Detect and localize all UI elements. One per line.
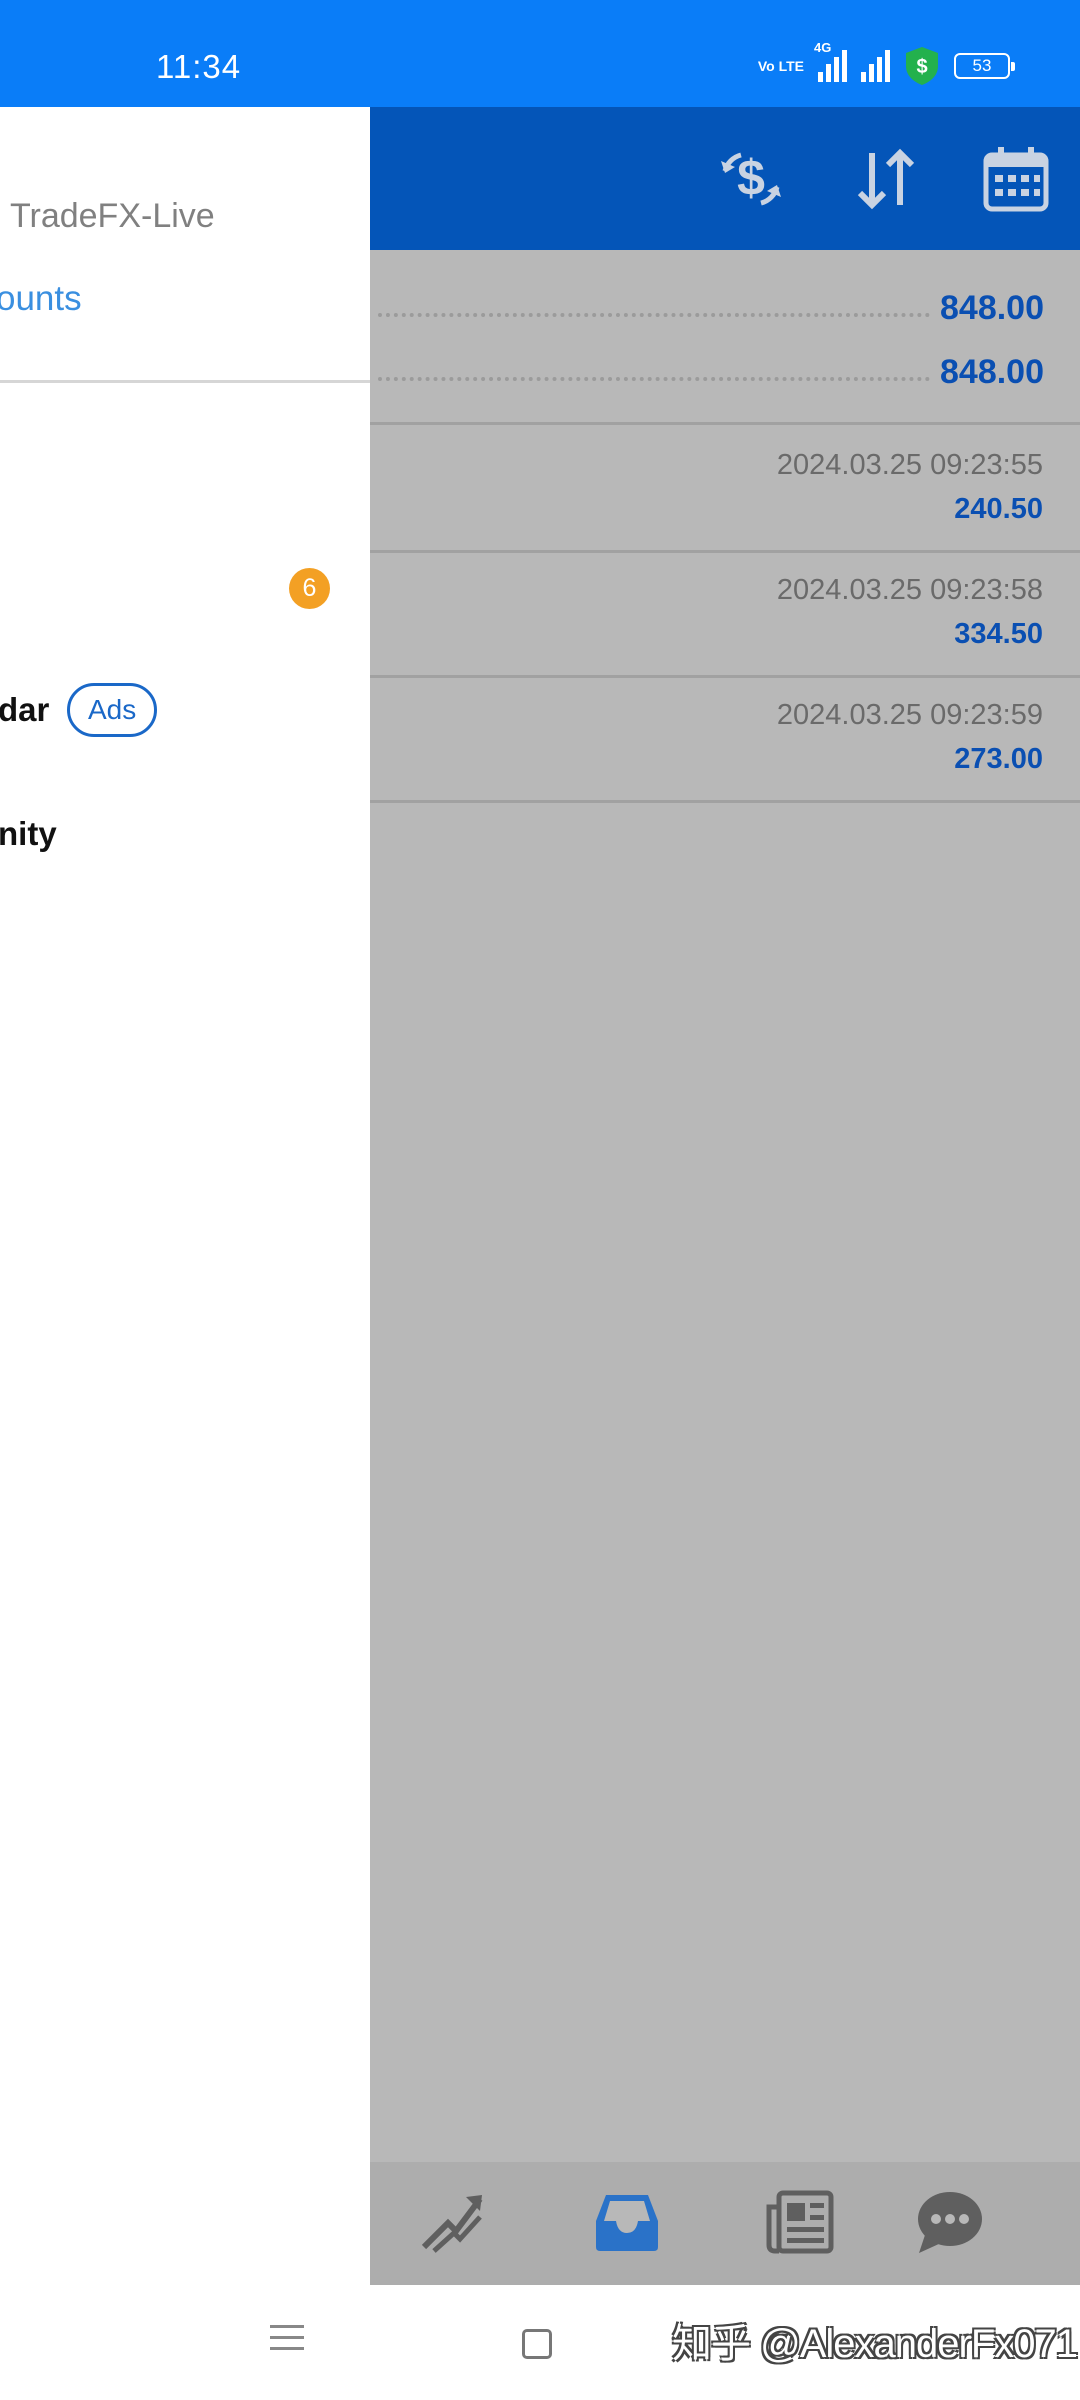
server-name: TradeFX-Live <box>10 197 215 235</box>
history-screen[interactable]: $ 848.00 848.00 2024.03.25 09:23:55 240.… <box>370 107 1080 2285</box>
deal-time: 2024.03.25 09:23:55 <box>776 449 1043 481</box>
network-type: 4G <box>814 40 832 55</box>
svg-text:$: $ <box>737 150 765 206</box>
status-time: 11:34 <box>156 48 242 85</box>
deal-amount: 334.50 <box>954 618 1043 650</box>
toolbar: $ <box>370 107 1080 250</box>
sort-arrows-icon[interactable] <box>850 143 922 215</box>
ads-badge: Ads <box>67 683 158 737</box>
security-shield-icon: $ <box>906 47 938 85</box>
signal-4g-icon: 4G <box>814 40 847 82</box>
svg-text:$: $ <box>916 56 927 78</box>
recent-apps-icon[interactable] <box>270 2325 304 2358</box>
calendar-icon[interactable] <box>980 143 1052 215</box>
home-icon[interactable] <box>522 2329 552 2359</box>
summary-row: 848.00 <box>370 341 1080 405</box>
divider <box>370 800 1080 803</box>
drawer-divider <box>0 380 370 383</box>
trade-chart-icon[interactable] <box>418 2187 488 2257</box>
status-icons: Vo LTE 4G $ 53 <box>757 40 1015 86</box>
summary-value: 848.00 <box>940 289 1044 327</box>
system-nav-bar: 知乎 @AlexanderFx071 <box>0 2285 1080 2400</box>
deal-row[interactable]: 2024.03.25 09:23:59 273.00 <box>370 675 1080 800</box>
mailbox-badge[interactable]: 6 <box>289 568 330 609</box>
watermark: 知乎 @AlexanderFx071 <box>672 2322 1078 2366</box>
chat-icon[interactable] <box>915 2187 985 2257</box>
deal-time: 2024.03.25 09:23:59 <box>776 699 1043 731</box>
menu-item-calendar[interactable]: dar <box>0 691 49 729</box>
deal-time: 2024.03.25 09:23:58 <box>776 574 1043 606</box>
deal-amount: 240.50 <box>954 493 1043 525</box>
deal-row[interactable]: 2024.03.25 09:23:58 334.50 <box>370 550 1080 675</box>
deal-row[interactable]: 2024.03.25 09:23:55 240.50 <box>370 425 1080 550</box>
volte-icon: Vo LTE <box>757 57 804 74</box>
bottom-nav <box>370 2162 1080 2285</box>
signal-icon <box>861 50 890 82</box>
deal-amount: 273.00 <box>954 743 1043 775</box>
status-bar: 11:34 Vo LTE 4G $ 53 <box>0 0 1080 107</box>
manage-accounts-link[interactable]: ounts <box>0 279 82 319</box>
summary-value: 848.00 <box>940 353 1044 391</box>
summary-row: 848.00 <box>370 277 1080 341</box>
battery-icon: 53 <box>954 53 1015 79</box>
menu-item-community[interactable]: nity <box>0 815 57 853</box>
dollar-exchange-icon[interactable]: $ <box>715 143 787 215</box>
news-icon[interactable] <box>765 2187 835 2257</box>
history-inbox-icon[interactable] <box>592 2187 662 2257</box>
navigation-drawer: TradeFX-Live ounts 6 dar Ads nity <box>0 107 370 2285</box>
